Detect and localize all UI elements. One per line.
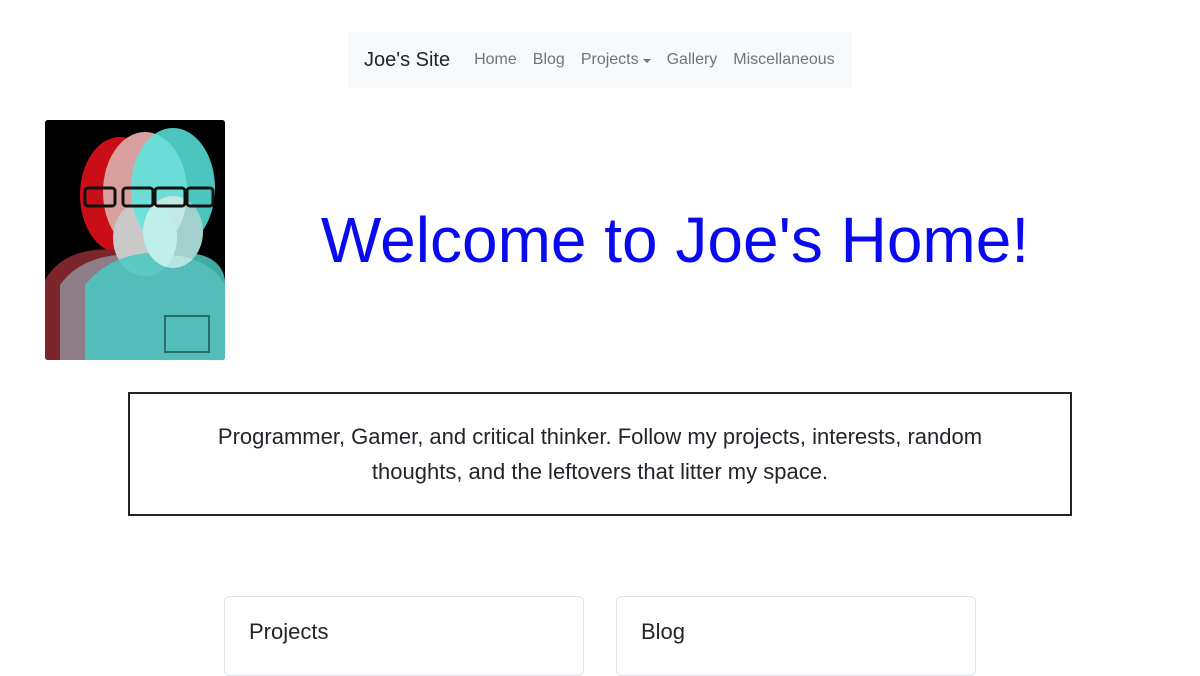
top-navbar: Joe's Site Home Blog Projects Gallery Mi… [348,32,852,88]
nav-link-miscellaneous[interactable]: Miscellaneous [725,51,842,69]
card-title: Projects [249,619,329,644]
site-brand-link[interactable]: Joe's Site [364,49,450,72]
page-title: Welcome to Joe's Home! [320,204,1030,276]
nav-link-label: Projects [580,51,639,68]
blog-card[interactable]: Blog [616,596,976,676]
caret-down-icon [642,58,651,63]
nav-link-blog[interactable]: Blog [525,51,573,69]
nav-link-label: Home [474,51,517,68]
tagline-box: Programmer, Gamer, and critical thinker.… [128,392,1072,516]
nav-link-label: Miscellaneous [733,51,835,68]
nav-link-gallery[interactable]: Gallery [659,51,726,69]
nav-links: Home Blog Projects Gallery Miscellaneous [466,51,843,69]
nav-link-home[interactable]: Home [466,51,525,69]
nav-link-label: Gallery [666,51,718,68]
card-title: Blog [641,619,686,644]
nav-dropdown-projects[interactable]: Projects [573,51,659,69]
portrait-photo-icon [45,120,225,360]
tagline-text: Programmer, Gamer, and critical thinker.… [217,424,983,484]
projects-card[interactable]: Projects [224,596,584,676]
nav-link-label: Blog [532,51,565,68]
